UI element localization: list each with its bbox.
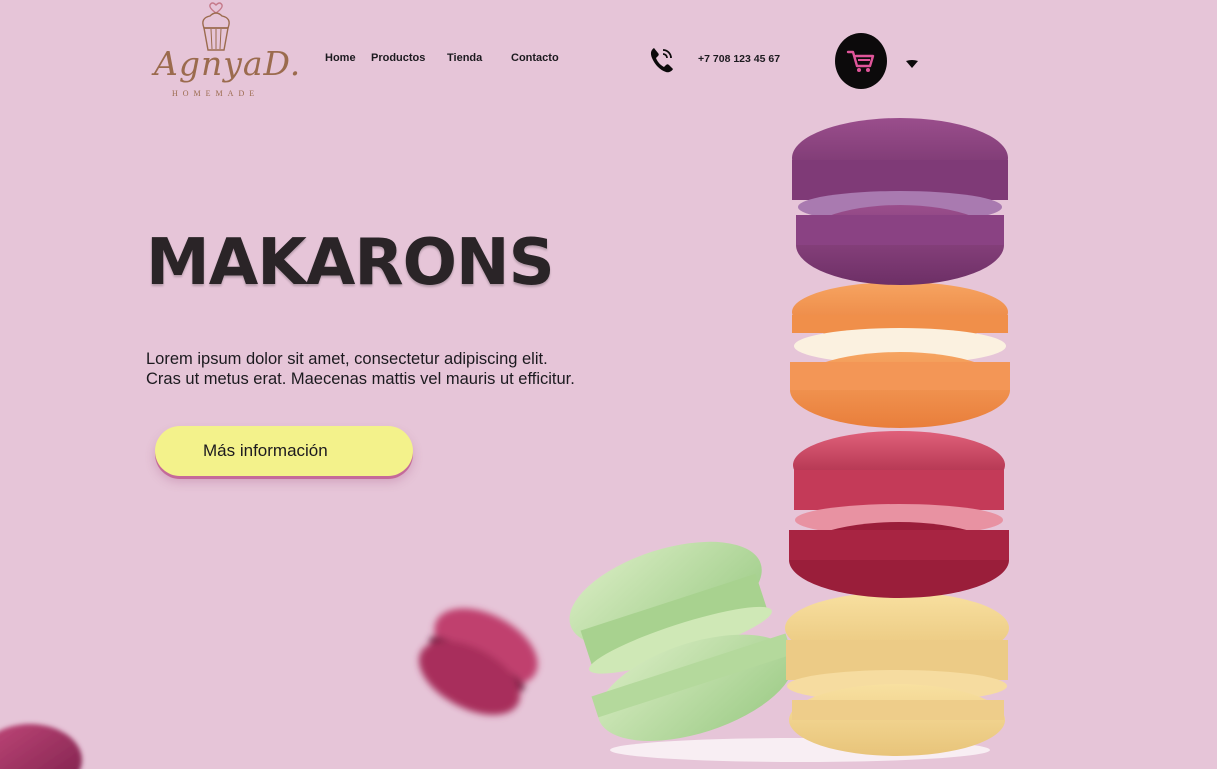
shopping-cart-icon [846, 50, 875, 72]
nav-item-tienda[interactable]: Tienda [447, 52, 482, 64]
more-info-button[interactable]: Más información [155, 426, 413, 476]
nav-item-contacto[interactable]: Contacto [511, 52, 559, 64]
landing-page: AgnyaD. HOMEMADE Home Productos Tienda C… [0, 0, 1217, 769]
brand-tagline: HOMEMADE [172, 89, 260, 98]
nav-item-home[interactable]: Home [325, 52, 356, 64]
hero-title: MAKARONS [146, 226, 555, 300]
phone-icon [650, 48, 673, 73]
brand-logo[interactable]: AgnyaD. HOMEMADE [150, 2, 300, 100]
brand-name: AgnyaD. [154, 44, 302, 83]
caret-down-icon[interactable] [905, 58, 919, 70]
nav-item-productos[interactable]: Productos [371, 52, 425, 64]
phone-number[interactable]: +7 708 123 45 67 [698, 53, 780, 65]
cart-button[interactable] [835, 33, 887, 89]
hero-description: Lorem ipsum dolor sit amet, consectetur … [146, 350, 575, 388]
